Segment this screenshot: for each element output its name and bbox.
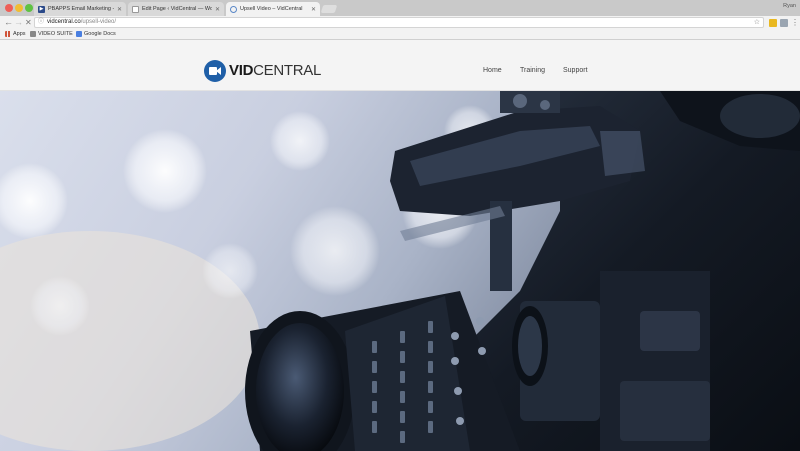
page-favicon-icon — [132, 5, 139, 13]
video-camera-photo — [0, 91, 800, 451]
bookmark-star-icon[interactable]: ☆ — [754, 18, 760, 27]
hero-banner-image — [0, 91, 800, 451]
bookmark-google-docs[interactable]: Google Docs — [76, 31, 116, 37]
new-tab-button[interactable] — [320, 5, 338, 13]
bookmark-video-suite[interactable]: VIDEO SUITE — [30, 31, 73, 37]
close-tab-icon[interactable]: ✕ — [311, 6, 316, 13]
bookmark-label: Google Docs — [84, 31, 116, 37]
docs-icon — [76, 31, 82, 37]
loading-spinner-icon — [230, 5, 237, 13]
profile-name[interactable]: Ryan — [783, 3, 796, 9]
forward-arrow-icon[interactable]: → — [14, 17, 23, 28]
close-window-button[interactable] — [5, 4, 13, 12]
back-arrow-icon[interactable]: ← — [4, 17, 13, 28]
video-camera-logo-icon — [204, 60, 226, 82]
address-bar[interactable]: ⓘ vidcentral.co/upsell-video/ ☆ — [34, 17, 764, 28]
browser-tab[interactable]: ▶ PBAPPS Email Marketing - Clic ✕ — [34, 2, 126, 16]
browser-menu-icon[interactable]: ⋮ — [791, 17, 799, 28]
extension-icon[interactable] — [780, 19, 788, 27]
email-marketing-favicon-icon: ▶ — [38, 5, 45, 13]
extension-icon[interactable] — [769, 19, 777, 27]
apps-grid-icon — [5, 31, 11, 37]
folder-icon — [30, 31, 36, 37]
tab-title: Edit Page ‹ VidCentral — Wor — [142, 6, 212, 12]
nav-home-link[interactable]: Home — [483, 67, 502, 74]
nav-support-link[interactable]: Support — [563, 67, 588, 74]
site-logo[interactable]: VIDCENTRAL — [204, 60, 321, 82]
browser-tab-active[interactable]: Upsell Video – VidCentral ✕ — [226, 2, 320, 16]
bookmark-label: VIDEO SUITE — [38, 31, 73, 37]
stop-loading-icon[interactable]: ✕ — [25, 17, 32, 28]
browser-toolbar: ← → ✕ ⓘ vidcentral.co/upsell-video/ ☆ ⋮ — [0, 16, 800, 29]
tab-title: PBAPPS Email Marketing - Clic — [48, 6, 114, 12]
close-tab-icon[interactable]: ✕ — [215, 6, 220, 13]
logo-wordmark: VIDCENTRAL — [229, 62, 322, 79]
url-domain: vidcentral.co — [47, 19, 81, 25]
nav-training-link[interactable]: Training — [520, 67, 545, 74]
browser-tab[interactable]: Edit Page ‹ VidCentral — Wor ✕ — [128, 2, 224, 16]
minimize-window-button[interactable] — [15, 4, 23, 12]
site-header: VIDCENTRAL Home Training Support — [0, 40, 800, 91]
site-info-icon[interactable]: ⓘ — [38, 18, 44, 27]
bookmark-label: Apps — [13, 31, 26, 37]
bookmark-apps[interactable]: Apps — [5, 31, 26, 37]
tab-title: Upsell Video – VidCentral — [240, 6, 303, 12]
url-path: /upsell-video/ — [80, 19, 117, 25]
browser-tab-strip: ▶ PBAPPS Email Marketing - Clic ✕ Edit P… — [0, 0, 800, 16]
close-tab-icon[interactable]: ✕ — [117, 6, 122, 13]
bookmarks-bar: Apps VIDEO SUITE Google Docs — [0, 29, 800, 40]
maximize-window-button[interactable] — [25, 4, 33, 12]
